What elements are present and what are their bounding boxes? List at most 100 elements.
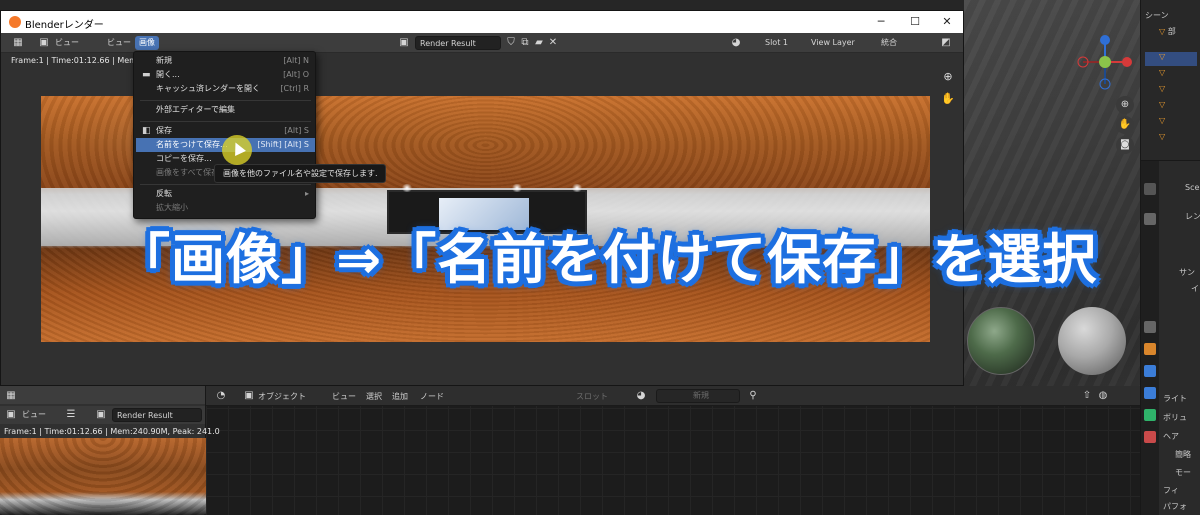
close-button[interactable]: ✕	[933, 14, 961, 30]
render-result-thumbnail	[0, 438, 206, 515]
menu-item-shortcut: [Alt] S	[284, 126, 309, 135]
blender-logo-icon	[9, 16, 21, 28]
image-browse-icon[interactable]: ▣	[94, 408, 108, 422]
editor-type-icon[interactable]: ▦	[4, 389, 18, 403]
slot-dropdown: スロット	[576, 392, 608, 401]
save-icon: ◧	[142, 126, 151, 136]
menu-item-edit-externally[interactable]: 外部エディターで編集	[136, 103, 315, 117]
props-row[interactable]: パフォ	[1163, 501, 1187, 512]
new-material-field[interactable]: 新規	[656, 389, 740, 403]
world-tab-icon[interactable]	[1144, 365, 1156, 377]
pin-icon[interactable]: ⚲	[746, 389, 760, 403]
maximize-button[interactable]: ☐	[901, 14, 929, 30]
image-name-field[interactable]: Render Result	[415, 36, 501, 50]
tool-tab-icon[interactable]	[1144, 183, 1156, 195]
props-row[interactable]: モー	[1175, 467, 1191, 478]
hamburger-menu-icon[interactable]: ☰	[64, 408, 78, 422]
props-row[interactable]: ボリュ	[1163, 412, 1187, 423]
outliner-row[interactable]: ▽	[1145, 132, 1197, 146]
view-dropdown[interactable]: ビュー	[51, 36, 83, 50]
render-pass-dropdown[interactable]: 統合	[877, 36, 901, 50]
outliner-header: シーン	[1145, 11, 1169, 20]
outliner-row[interactable]: ▽	[1145, 68, 1197, 82]
new-image-icon[interactable]: ⧉	[518, 36, 532, 50]
outliner-row[interactable]: ▽	[1145, 100, 1197, 114]
object-mode-dropdown[interactable]: オブジェクト	[258, 390, 306, 403]
window-title: Blenderレンダー	[25, 20, 104, 31]
menu-item-label: 外部エディターで編集	[156, 105, 235, 114]
menu-item-new[interactable]: 新規 [Alt] N	[136, 54, 315, 68]
add-menu[interactable]: 追加	[392, 390, 408, 403]
menu-item-shortcut: [Alt] N	[283, 56, 309, 65]
minimize-button[interactable]: ─	[867, 14, 895, 30]
properties-panel: Sce レン サン イ ライト ボリュ ヘア 簡略 モー フィ パフォ	[1140, 160, 1200, 515]
open-folder-icon[interactable]: ▰	[532, 36, 546, 50]
ceiling-light	[571, 184, 583, 192]
editor-type-icon[interactable]: ▦	[11, 36, 25, 50]
unlink-icon[interactable]: ✕	[546, 36, 560, 50]
scene-tab-icon[interactable]	[1144, 343, 1156, 355]
navigation-gizmo[interactable]	[1075, 32, 1135, 92]
view-menu[interactable]: ビュー	[18, 408, 50, 422]
tutorial-caption: 「画像」⇒「名前を付けて保存」を選択	[116, 228, 1098, 291]
outliner-row[interactable]: ▽	[1145, 116, 1197, 130]
fake-user-shield-icon[interactable]: ⛉	[504, 36, 518, 50]
editor-type-icon[interactable]: ◔	[214, 389, 228, 403]
image-mode-icon[interactable]: ▣	[4, 408, 18, 422]
outliner-row[interactable]: ▽	[1145, 52, 1197, 66]
render-slot-icon[interactable]: ◕	[729, 36, 743, 50]
view-menu[interactable]: ビュー	[332, 390, 356, 403]
props-row[interactable]: 簡略	[1175, 449, 1191, 460]
menu-item-label: キャッシュ済レンダーを開く	[156, 84, 260, 93]
view-layer-dropdown[interactable]: View Layer	[807, 36, 859, 50]
menu-item-label: 反転	[156, 189, 172, 198]
pan-hand-icon[interactable]: ✋	[1116, 116, 1134, 134]
menu-separator	[140, 184, 311, 185]
shader-node-editor[interactable]: ◔ ▣ オブジェクト ビュー 選択 追加 ノード スロット ◕ 新規 ⚲ ⇧ ◍	[206, 386, 1140, 515]
props-row[interactable]: サン	[1179, 267, 1195, 278]
menu-item-open[interactable]: ▬ 開く... [Alt] O	[136, 68, 315, 82]
menu-item-open-cached-render[interactable]: キャッシュ済レンダーを開く [Ctrl] R	[136, 82, 315, 96]
select-menu[interactable]: 選択	[366, 390, 382, 403]
menu-item-save[interactable]: ◧ 保存 [Alt] S	[136, 124, 315, 138]
zoom-icon[interactable]: ⊕	[939, 68, 957, 86]
zoom-icon[interactable]: ⊕	[1116, 96, 1134, 114]
render-tab-icon[interactable]	[1144, 213, 1156, 225]
image-name-field[interactable]: Render Result	[112, 408, 202, 422]
node-menu[interactable]: ノード	[420, 390, 444, 403]
props-row: イ	[1191, 284, 1199, 293]
view-menu[interactable]: ビュー	[103, 36, 135, 50]
pan-hand-icon[interactable]: ✋	[939, 90, 957, 108]
image-menu[interactable]: 画像	[135, 36, 159, 50]
outliner-row[interactable]: ▽ 部	[1145, 26, 1197, 40]
outliner-row[interactable]: ▽	[1145, 84, 1197, 98]
image-browse-icon[interactable]: ▣	[397, 36, 411, 50]
menu-separator	[140, 121, 311, 122]
slot-dropdown[interactable]: Slot 1	[761, 36, 792, 50]
display-channels-icon[interactable]: ◩	[939, 36, 953, 50]
object-mode-icon[interactable]: ▣	[242, 389, 256, 403]
menu-item-label: 名前をつけて保存...	[156, 140, 228, 149]
object-tab-icon[interactable]	[1144, 387, 1156, 399]
submenu-arrow-icon: ▸	[304, 189, 309, 198]
texture-tab-icon[interactable]	[1144, 431, 1156, 443]
props-row[interactable]: ヘア	[1163, 431, 1179, 442]
camera-icon[interactable]: ◙	[1116, 136, 1134, 154]
snap-arrow-icon[interactable]: ⇧	[1080, 389, 1094, 403]
material-sphere-icon[interactable]: ◕	[634, 389, 648, 403]
props-row[interactable]: フィ	[1163, 485, 1179, 496]
menu-separator	[140, 100, 311, 101]
menu-item-label: 新規	[156, 56, 172, 65]
hdri-preview-sphere	[967, 307, 1035, 375]
frame-info: Frame:1 | Time:01:12.66 | Mem:240.90M, P…	[4, 427, 220, 436]
image-mode-icon[interactable]: ▣	[37, 36, 51, 50]
ceiling-light	[511, 184, 523, 192]
output-tab-icon[interactable]	[1144, 321, 1156, 333]
menu-item-label: 保存	[156, 126, 172, 135]
physics-tab-icon[interactable]	[1144, 409, 1156, 421]
menu-item-flip[interactable]: 反転 ▸	[136, 187, 315, 201]
menu-item-label: 拡大縮小	[156, 203, 188, 212]
props-row: Sce	[1185, 183, 1200, 192]
props-row[interactable]: ライト	[1163, 393, 1187, 404]
overlay-icon[interactable]: ◍	[1096, 389, 1110, 403]
